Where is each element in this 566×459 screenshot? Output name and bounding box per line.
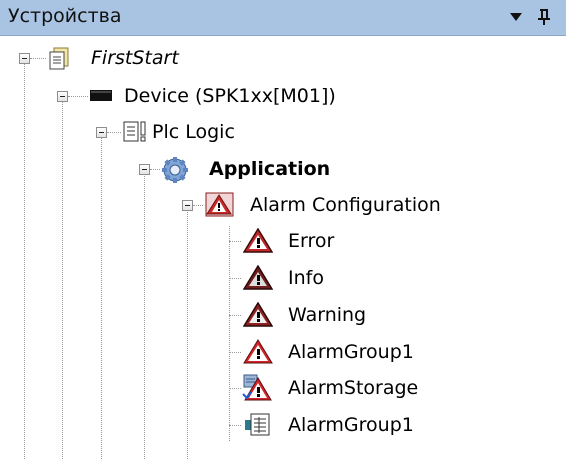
- tree-connector: [229, 278, 241, 279]
- tree-item-label: AlarmGroup1: [288, 414, 414, 436]
- pin-icon: [538, 9, 550, 25]
- alarm-table-icon: [245, 413, 270, 436]
- tree-connector: [229, 425, 241, 426]
- tree-item-label: Error: [288, 230, 335, 252]
- collapse-toggle[interactable]: [57, 91, 68, 102]
- tree-item-label: Info: [288, 267, 324, 289]
- tree-item-application[interactable]: Application: [0, 155, 566, 192]
- tree-item-warning[interactable]: Warning: [0, 301, 566, 338]
- tree-item-error[interactable]: Error: [0, 227, 566, 264]
- device-tree: FirstStart Device (SPK1xx[M01]) Plc Logi…: [0, 36, 566, 459]
- pin-button[interactable]: [532, 4, 556, 30]
- alarm-storage-icon: [242, 374, 272, 401]
- tree-item-plc-logic[interactable]: Plc Logic: [0, 118, 566, 155]
- tree-item-label: Device (SPK1xx[M01]): [124, 85, 336, 107]
- tree-item-alarmgroup1-table[interactable]: AlarmGroup1: [0, 411, 566, 448]
- tree-connector: [229, 241, 241, 242]
- tree-connector: [229, 315, 241, 316]
- tree-item-label: AlarmStorage: [288, 377, 419, 399]
- panel-header: Устройства: [0, 0, 566, 36]
- tree-item-label: Plc Logic: [152, 121, 235, 143]
- alarm-group-icon: [243, 339, 273, 364]
- tree-connector: [193, 205, 203, 206]
- dropdown-button[interactable]: [504, 4, 528, 30]
- alarm-class-info-icon: [243, 265, 273, 290]
- tree-connector: [150, 169, 160, 170]
- application-gear-icon: [162, 157, 188, 183]
- panel-title: Устройства: [8, 5, 122, 27]
- plc-logic-icon: [123, 121, 146, 142]
- tree-item-project[interactable]: FirstStart: [0, 44, 566, 81]
- tree-item-device[interactable]: Device (SPK1xx[M01]): [0, 82, 566, 119]
- tree-item-alarm-configuration[interactable]: Alarm Configuration: [0, 191, 566, 228]
- alarm-configuration-icon: [205, 192, 234, 217]
- collapse-toggle[interactable]: [19, 53, 30, 64]
- tree-item-label: Application: [209, 158, 331, 180]
- alarm-class-warning-icon: [243, 302, 273, 327]
- collapse-toggle[interactable]: [182, 200, 193, 211]
- alarm-class-error-icon: [243, 228, 273, 253]
- triangle-down-icon: [510, 13, 522, 21]
- collapse-toggle[interactable]: [96, 127, 107, 138]
- tree-item-label: FirstStart: [91, 47, 179, 69]
- tree-item-label: AlarmGroup1: [288, 341, 414, 363]
- tree-item-info[interactable]: Info: [0, 264, 566, 301]
- tree-item-label: Warning: [288, 304, 367, 326]
- project-document-icon: [49, 47, 69, 70]
- tree-connector: [107, 132, 121, 133]
- tree-connector: [30, 58, 46, 59]
- tree-connector: [68, 96, 88, 97]
- collapse-toggle[interactable]: [139, 164, 150, 175]
- device-icon: [90, 90, 112, 101]
- tree-item-alarmstorage[interactable]: AlarmStorage: [0, 374, 566, 411]
- tree-connector: [229, 388, 241, 389]
- tree-item-label: Alarm Configuration: [250, 194, 441, 216]
- tree-item-alarmgroup1[interactable]: AlarmGroup1: [0, 338, 566, 375]
- tree-connector: [229, 352, 241, 353]
